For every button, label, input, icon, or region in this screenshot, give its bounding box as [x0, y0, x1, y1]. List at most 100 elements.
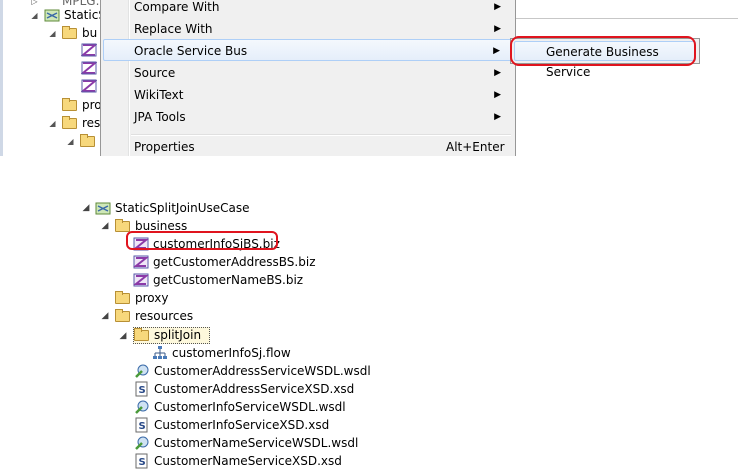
menu-item-label: JPA Tools	[134, 110, 186, 124]
tree-node-label: CustomerNameServiceWSDL.wsdl	[154, 436, 359, 450]
menu-item-generate-business-service[interactable]: Generate Business Service	[514, 41, 696, 79]
menu-item-wikitext[interactable]: WikiText ▶	[103, 84, 513, 106]
submenu-arrow-icon: ▶	[494, 2, 501, 12]
business-service-icon[interactable]	[81, 60, 97, 76]
xsd-icon: S	[135, 453, 148, 469]
tree-node-wsdl-file[interactable]: CustomerNameServiceWSDL.wsdl	[134, 434, 358, 452]
menu-item-label: Generate Business Service	[546, 45, 659, 79]
expanded-arrow-icon[interactable]: ◢	[48, 29, 57, 38]
expanded-arrow-icon[interactable]: ◢	[30, 11, 39, 20]
top-explorer-pane: ▷ MPLG... ◢ StaticS ◢ bu pro ◢ reso ◢	[0, 0, 100, 156]
folder-icon	[115, 309, 130, 322]
tree-node-label: CustomerNameServiceXSD.xsd	[154, 454, 342, 468]
expanded-arrow-icon[interactable]: ◢	[100, 311, 110, 321]
menu-item-properties[interactable]: Properties Alt+Enter	[103, 136, 513, 158]
tree-row-label: bu	[82, 26, 98, 40]
menu-item-label: Compare With	[134, 0, 220, 14]
menu-item-jpa-tools[interactable]: JPA Tools ▶	[103, 106, 513, 128]
tree-node-xsd-file[interactable]: S CustomerInfoServiceXSD.xsd	[134, 416, 329, 434]
tree-node-label: CustomerAddressServiceWSDL.wsdl	[154, 364, 371, 378]
menu-item-shortcut: Alt+Enter	[446, 140, 505, 154]
menu-item-label: Source	[134, 66, 176, 80]
tree-node-label: getCustomerNameBS.biz	[153, 273, 304, 287]
tree-node-xsd-file[interactable]: S CustomerAddressServiceXSD.xsd	[134, 380, 354, 398]
menu-item-compare-with[interactable]: Compare With ▶	[103, 0, 513, 18]
expanded-arrow-icon[interactable]: ◢	[100, 221, 110, 231]
tree-node-wsdl-file[interactable]: CustomerAddressServiceWSDL.wsdl	[134, 362, 371, 380]
tree-row-proxy[interactable]: pro	[62, 96, 100, 114]
tree-row-business[interactable]: ◢ bu	[48, 24, 100, 42]
svg-text:S: S	[139, 421, 146, 432]
tree-node-label: business	[135, 219, 188, 233]
tree-node-label: resources	[135, 309, 194, 323]
tree-node-wsdl-file[interactable]: CustomerInfoServiceWSDL.wsdl	[134, 398, 346, 416]
submenu-arrow-icon: ▶	[494, 24, 501, 34]
expanded-arrow-icon[interactable]: ◢	[66, 137, 75, 146]
xsd-icon: S	[135, 417, 148, 433]
submenu-arrow-icon: ▶	[494, 90, 501, 100]
svg-text:S: S	[139, 385, 146, 396]
menu-item-label: Properties	[134, 140, 195, 154]
tree-node-label: CustomerInfoServiceWSDL.wsdl	[154, 400, 346, 414]
tree-node-label: CustomerAddressServiceXSD.xsd	[154, 382, 355, 396]
tree-row-label: reso	[82, 116, 100, 130]
expanded-arrow-icon[interactable]: ◢	[48, 119, 57, 128]
tree-row-resources[interactable]: ◢ reso	[48, 114, 100, 132]
tree-node-label: getCustomerAddressBS.biz	[153, 255, 316, 269]
submenu-arrow-icon: ▶	[494, 112, 501, 122]
menu-item-replace-with[interactable]: Replace With ▶	[103, 18, 513, 40]
tree-node-project[interactable]: StaticSplitJoinUseCase	[95, 199, 265, 217]
tree-row-static-project[interactable]: ◢ StaticS	[30, 6, 100, 24]
tree-node-resources-folder[interactable]: resources	[115, 307, 205, 325]
tree-node-label: customerInfoSjBS.biz	[153, 237, 280, 251]
menu-item-label: WikiText	[134, 88, 184, 102]
tree-node-label: StaticSplitJoinUseCase	[115, 201, 250, 215]
wsdl-icon	[135, 400, 149, 414]
tree-row-splitjoin[interactable]: ◢	[66, 132, 100, 150]
folder-icon	[80, 134, 95, 147]
tree-node-xsd-file[interactable]: S CustomerNameServiceXSD.xsd	[134, 452, 342, 470]
divider-line	[516, 18, 738, 19]
tree-node-business-folder[interactable]: business	[115, 217, 195, 235]
folder-icon	[62, 98, 77, 111]
tree-node-label: proxy	[135, 291, 169, 305]
osb-project-icon	[44, 9, 60, 22]
tree-node-biz-file[interactable]: getCustomerAddressBS.biz	[133, 253, 316, 271]
business-service-icon[interactable]	[81, 42, 97, 58]
submenu-arrow-icon: ▶	[493, 46, 500, 56]
menu-item-label: Oracle Service Bus	[134, 44, 248, 58]
oracle-service-bus-submenu: Generate Business Service	[510, 38, 700, 79]
folder-icon	[62, 116, 77, 129]
context-menu: Compare With ▶ Replace With ▶ Oracle Ser…	[100, 0, 516, 156]
tree-node-splitjoin-folder[interactable]: splitJoin	[134, 326, 209, 344]
expanded-arrow-icon[interactable]: ◢	[81, 203, 91, 213]
tree-node-flow-file[interactable]: customerInfoSj.flow	[152, 344, 292, 362]
tree-node-proxy-folder[interactable]: proxy	[115, 289, 185, 307]
folder-icon	[115, 291, 130, 304]
tree-node-biz-file[interactable]: customerInfoSjBS.biz	[133, 235, 280, 253]
tree-node-biz-file[interactable]: getCustomerNameBS.biz	[133, 271, 303, 289]
wsdl-icon	[135, 364, 149, 378]
menu-item-oracle-service-bus[interactable]: Oracle Service Bus ▶	[103, 39, 513, 61]
menu-item-label: Replace With	[134, 22, 213, 36]
folder-icon	[134, 328, 149, 341]
submenu-arrow-icon: ▶	[494, 68, 501, 78]
tree-row-label: StaticS	[64, 8, 100, 22]
osb-project-icon	[95, 202, 111, 215]
menu-item-source[interactable]: Source ▶	[103, 62, 513, 84]
folder-icon	[115, 219, 130, 232]
wsdl-icon	[135, 436, 149, 450]
tree-row-label: pro	[82, 98, 100, 112]
business-service-icon	[133, 255, 149, 269]
xsd-icon: S	[135, 381, 148, 397]
business-service-icon	[133, 237, 149, 251]
pane-border	[0, 0, 3, 156]
expanded-arrow-icon[interactable]: ◢	[118, 331, 128, 341]
business-service-icon	[133, 273, 149, 287]
svg-text:S: S	[139, 457, 146, 468]
folder-icon	[62, 26, 77, 39]
split-join-flow-icon	[153, 346, 167, 359]
business-service-icon[interactable]	[81, 78, 97, 94]
tree-node-label: CustomerInfoServiceXSD.xsd	[154, 418, 330, 432]
tree-node-label: customerInfoSj.flow	[172, 346, 291, 360]
